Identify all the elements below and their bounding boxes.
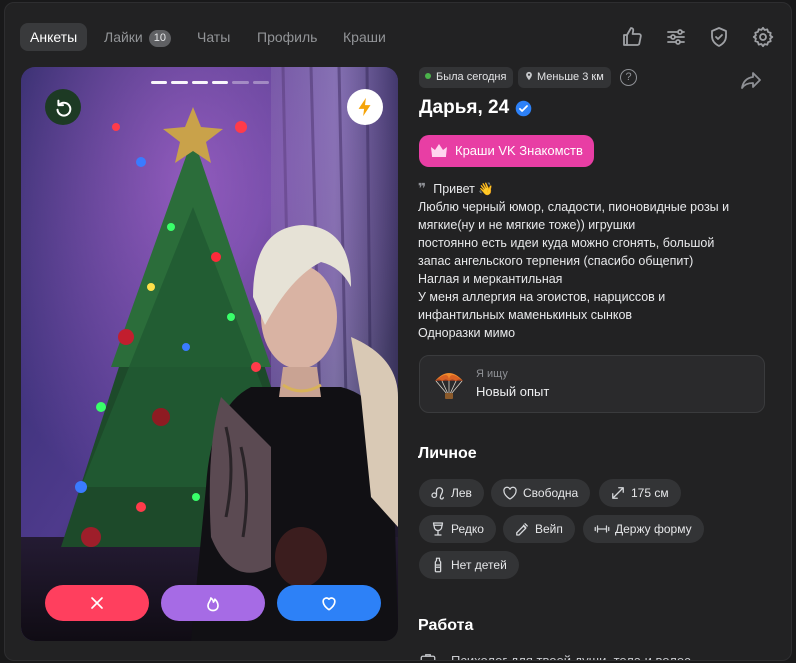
bio: ❞ Привет 👋 Люблю черный юмор, сладости, п…: [418, 179, 758, 342]
leo-icon: [431, 487, 444, 500]
quote-icon: ❞: [418, 180, 427, 196]
work-row: Психолог для твоей души, тела и волос: [419, 651, 691, 661]
like-button[interactable]: [277, 585, 381, 621]
seeking-value: Новый опыт: [476, 384, 550, 399]
tab-ankety[interactable]: Анкеты: [20, 23, 88, 51]
slide-dot[interactable]: [232, 81, 249, 84]
bio-line: запас ангельского терпения (спасибо обще…: [418, 254, 694, 268]
work-text: Психолог для твоей души, тела и волос: [451, 653, 691, 661]
shield-icon[interactable]: [707, 25, 731, 49]
parachute-icon: [435, 373, 463, 399]
seeking-card: Я ищу Новый опыт: [419, 355, 765, 413]
work-title: Работа: [418, 617, 474, 634]
undo-button[interactable]: [45, 89, 81, 125]
slide-dot[interactable]: [191, 81, 208, 84]
superlike-button[interactable]: [161, 585, 265, 621]
slide-indicator: [151, 81, 269, 85]
help-icon[interactable]: ?: [620, 69, 637, 86]
likes-count-badge: 10: [148, 30, 171, 47]
tag-relationship: Свободна: [491, 479, 591, 507]
boost-button[interactable]: [347, 89, 383, 125]
app-window: Анкеты Лайки 10 Чаты Профиль Краши Была …: [4, 2, 792, 661]
slide-dot[interactable]: [151, 81, 168, 84]
bio-line: мягкие(ну и не мягкие тоже)) игрушки: [418, 218, 636, 232]
dumbbell-icon: [594, 525, 610, 533]
tab-label: Лайки: [104, 29, 143, 45]
like-heart-icon: [322, 597, 336, 611]
profile-photo: [21, 67, 398, 641]
gear-icon[interactable]: [751, 25, 775, 49]
slide-dot[interactable]: [252, 81, 269, 84]
superlike-fire-icon: [207, 597, 219, 612]
bio-line: Одноразки мимо: [418, 326, 516, 340]
personal-title: Личное: [418, 445, 477, 462]
bio-line: Люблю черный юмор, сладости, пионовидные…: [418, 200, 730, 214]
tab-chats[interactable]: Чаты: [187, 23, 240, 51]
crown-icon: [431, 144, 447, 157]
bio-line: постоянно есть идеи куда можно сгонять, …: [418, 236, 715, 250]
briefcase-icon: [420, 654, 436, 660]
tag-label: 175 см: [631, 486, 669, 500]
slide-dot[interactable]: [171, 81, 188, 84]
heart-icon: [503, 486, 517, 500]
bio-line: инфантильных маменькиных сынков: [418, 308, 633, 322]
tag-label: Держу форму: [615, 522, 692, 536]
bottle-icon: [434, 557, 442, 573]
bio-line: Наглая и меркантильная: [418, 272, 563, 286]
tab-label: Чаты: [197, 29, 231, 45]
tag-label: Лев: [451, 486, 472, 500]
bio-text: Привет 👋: [433, 182, 494, 196]
verified-icon: [515, 100, 532, 117]
bio-line: ❞ Привет 👋: [418, 179, 758, 198]
filters-icon[interactable]: [664, 25, 688, 49]
tag-label: Свободна: [523, 486, 579, 500]
tab-label: Краши: [343, 29, 386, 45]
vape-icon: [516, 523, 528, 536]
profile-name: Дарья, 24: [419, 97, 510, 118]
online-status-chip: Была сегодня: [419, 67, 514, 88]
online-dot: [425, 73, 431, 79]
tag-label: Редко: [451, 522, 484, 536]
tag-zodiac: Лев: [419, 479, 484, 507]
crush-button[interactable]: Краши VK Знакомств: [419, 135, 594, 167]
bio-line: У меня аллергия на эгоистов, нарциссов и: [418, 290, 666, 304]
tag-label: Вейп: [535, 522, 563, 536]
tag-fitness: Держу форму: [583, 515, 704, 543]
tab-likes[interactable]: Лайки 10: [94, 23, 181, 51]
profile-photo-card[interactable]: [21, 67, 398, 641]
glass-icon: [432, 522, 444, 536]
location-icon: [526, 71, 532, 81]
dislike-icon: [91, 597, 103, 609]
tag-height: 175 см: [599, 479, 681, 507]
undo-icon: [56, 99, 72, 117]
online-status: Была сегодня: [436, 71, 507, 83]
tab-crushes[interactable]: Краши: [333, 23, 396, 51]
tag-children: Нет детей: [419, 551, 519, 579]
share-button[interactable]: [739, 69, 763, 91]
slide-dot[interactable]: [211, 81, 229, 84]
distance-chip: Меньше 3 км: [518, 67, 611, 88]
tag-smoking: Вейп: [503, 515, 575, 543]
height-icon: [612, 487, 624, 499]
tab-label: Профиль: [257, 29, 318, 45]
share-icon: [741, 72, 761, 89]
distance-text: Меньше 3 км: [537, 71, 604, 83]
dislike-button[interactable]: [45, 585, 149, 621]
tab-profile[interactable]: Профиль: [247, 23, 327, 51]
top-nav: Анкеты Лайки 10 Чаты Профиль Краши: [5, 3, 791, 65]
like-icon[interactable]: [620, 25, 644, 49]
crush-button-label: Краши VK Знакомств: [455, 143, 583, 158]
lightning-icon: [358, 97, 371, 117]
tag-label: Нет детей: [451, 558, 507, 572]
tag-alcohol: Редко: [419, 515, 496, 543]
tab-label: Анкеты: [30, 29, 78, 45]
seeking-label: Я ищу: [476, 368, 508, 380]
